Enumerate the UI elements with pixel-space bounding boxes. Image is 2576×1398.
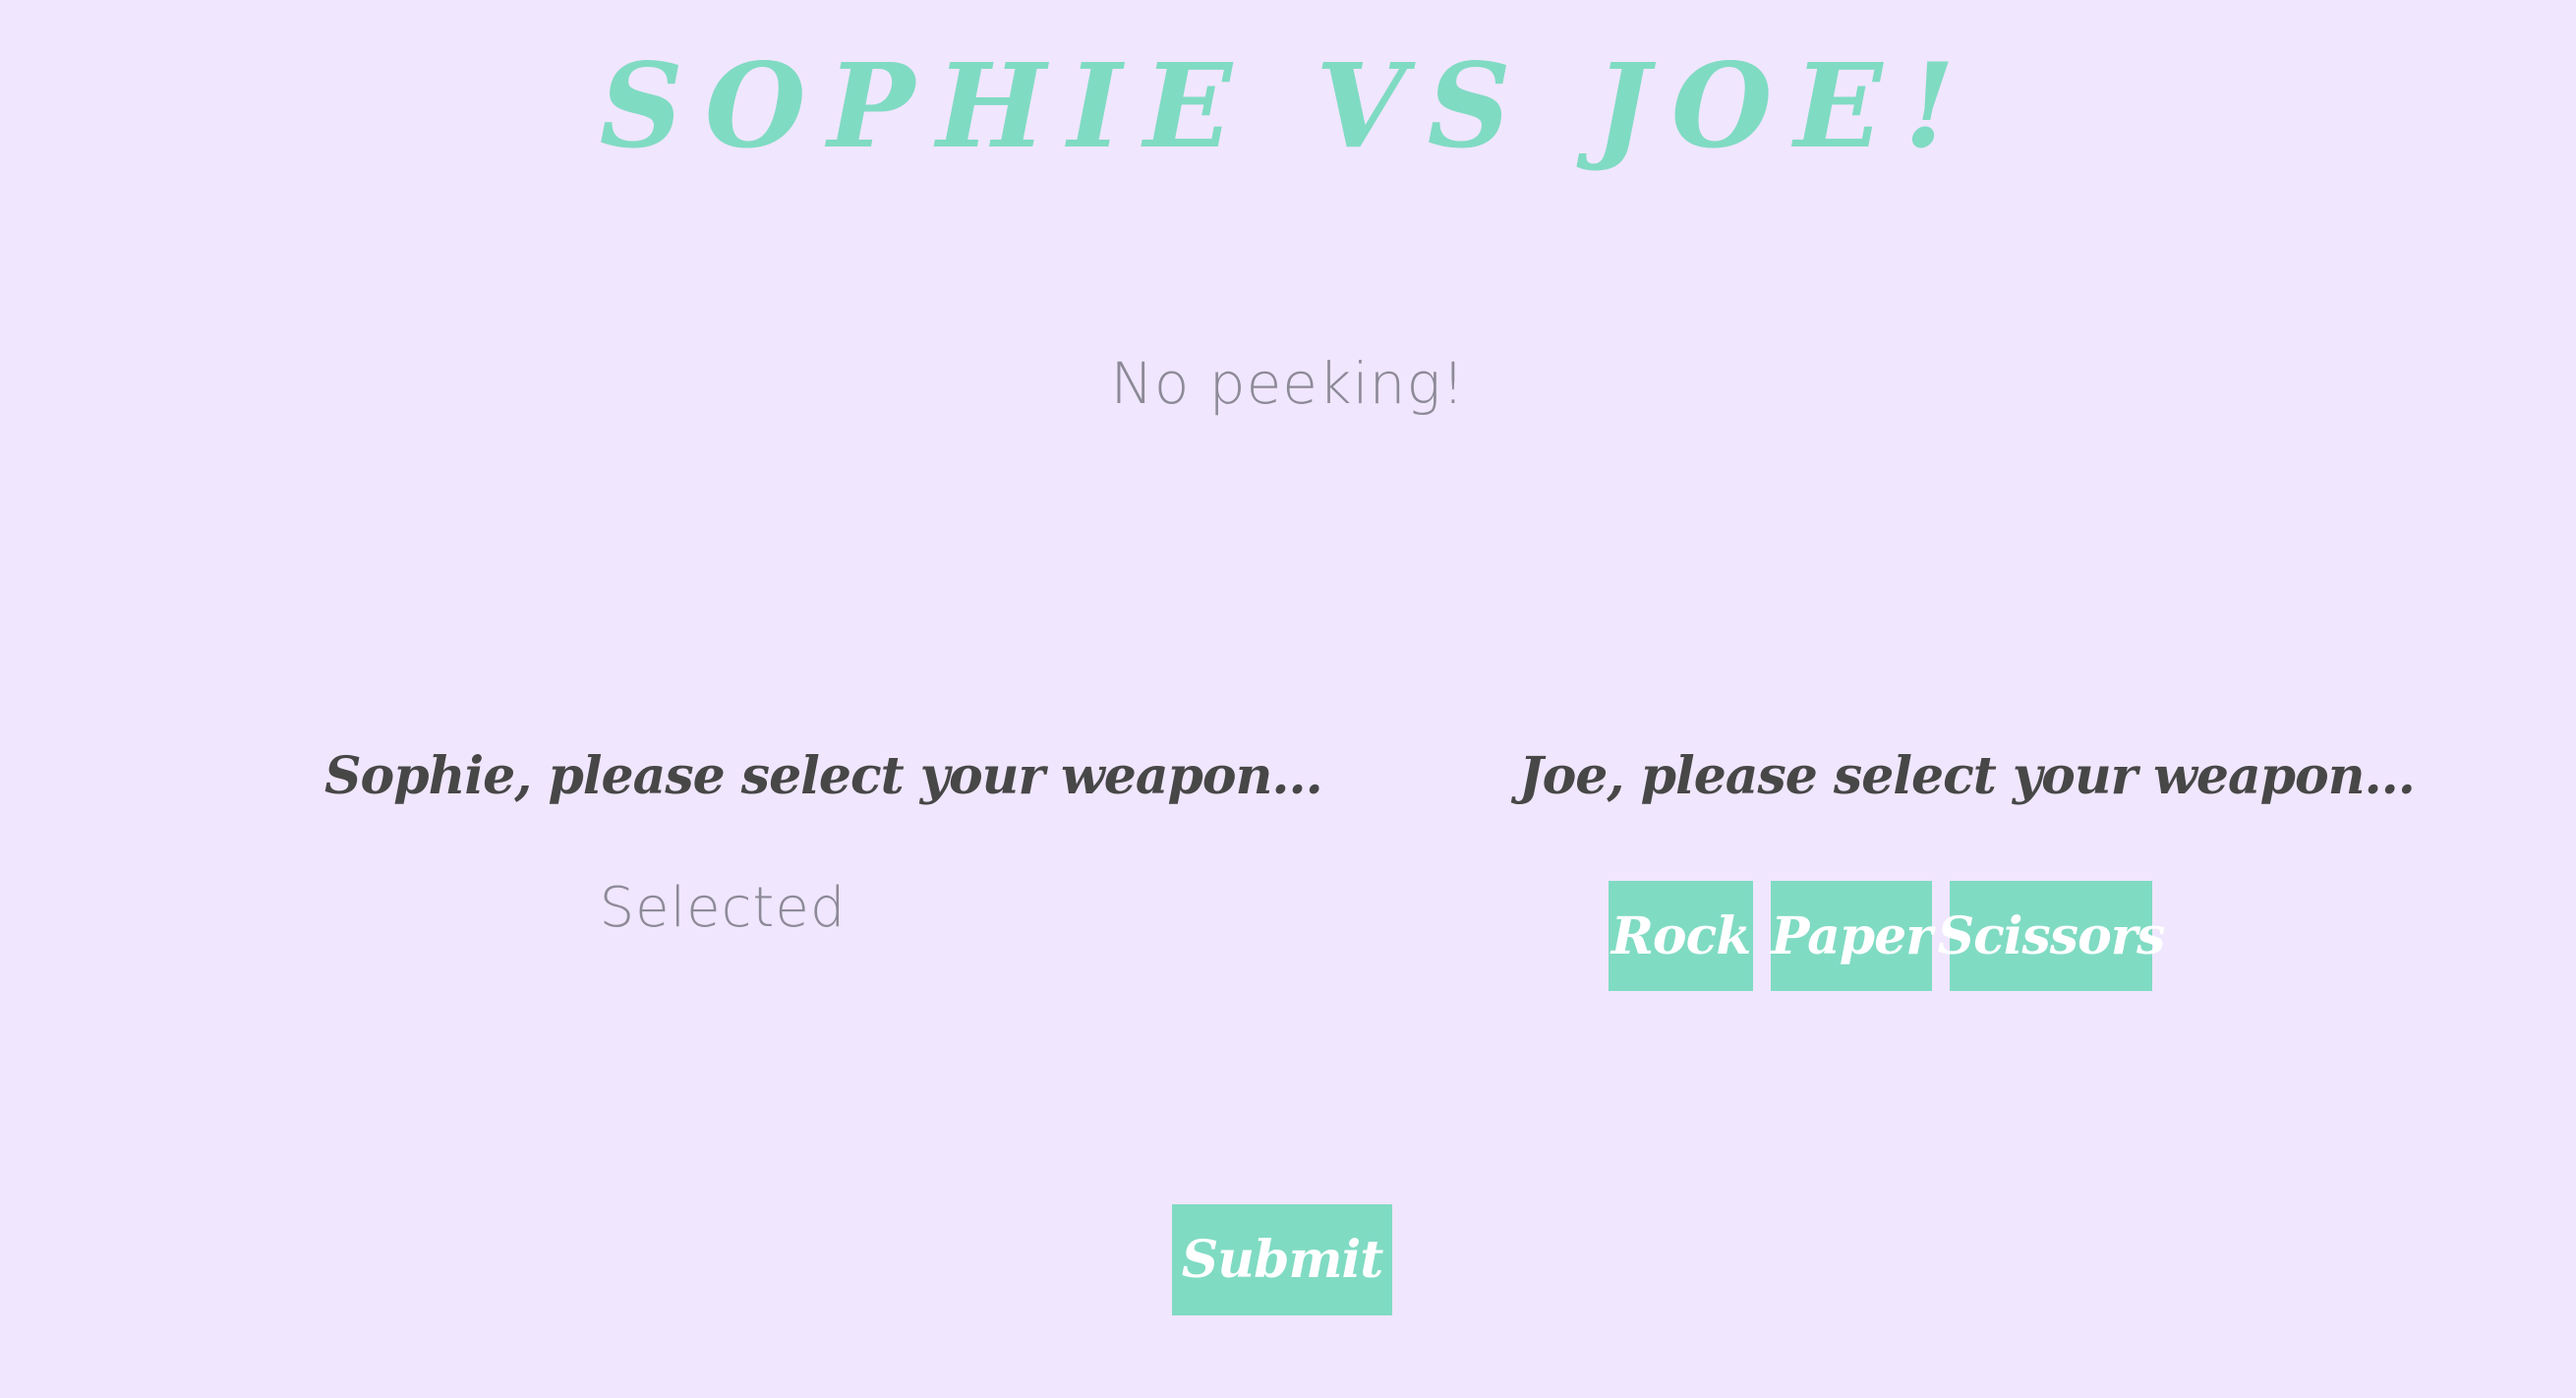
sophie-weapon-prompt: Sophie, please select your weapon... [324,746,1323,806]
joe-weapon-prompt: Joe, please select your weapon... [1519,746,2416,806]
joe-weapon-options: Rock Paper Scissors [1609,881,2165,991]
rock-button[interactable]: Rock [1609,881,1753,991]
submit-button[interactable]: Submit [1172,1204,1392,1315]
sophie-selected-status: Selected [599,876,847,940]
paper-button[interactable]: Paper [1771,881,1933,991]
scissors-button[interactable]: Scissors [1938,881,2165,991]
no-peeking-notice: No peeking! [1110,350,1466,417]
page-title: SOPHIE VS JOE! [599,37,1977,174]
